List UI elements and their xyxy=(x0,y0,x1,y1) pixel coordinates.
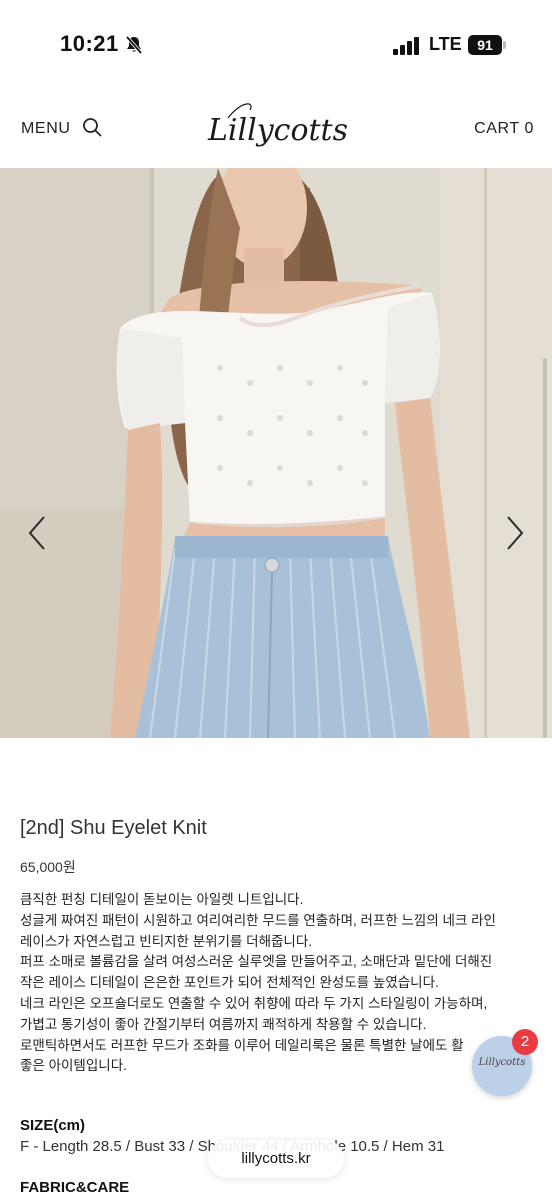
status-bar: 10:21 LTE 91 xyxy=(0,0,552,84)
menu-button[interactable]: MENU xyxy=(21,120,71,138)
page-scrollbar[interactable] xyxy=(543,358,547,738)
notification-badge: 2 xyxy=(512,1029,538,1055)
description-line: 로맨틱하면서도 러프한 무드가 조화를 이루어 데일리룩은 물론 특별한 날에도… xyxy=(20,1037,464,1053)
chevron-left-icon[interactable] xyxy=(24,513,54,553)
signal-icon xyxy=(393,37,419,55)
description-line: 성글게 짜여진 패턴이 시원하고 여리여리한 무드를 연출하며, 러프한 느낌의… xyxy=(20,912,496,928)
chat-logo: Lillycotts xyxy=(478,1057,526,1068)
description-line: 큼직한 펀칭 디테일이 돋보이는 아일렛 니트입니다. xyxy=(20,892,304,907)
description-line: 좋은 아이템입니다. xyxy=(20,1058,127,1074)
battery-tip xyxy=(503,41,506,49)
product-image-carousel[interactable] xyxy=(0,168,552,738)
bell-slash-icon xyxy=(125,35,143,55)
chevron-right-icon[interactable] xyxy=(500,513,530,553)
site-header: MENU Lillycotts CART 0 xyxy=(0,84,552,168)
site-logo[interactable]: Lillycotts xyxy=(200,96,355,158)
description-line: 가볍고 통기성이 좋아 간절기부터 여름까지 쾌적하게 착용할 수 있습니다. xyxy=(20,1016,427,1032)
product-title: [2nd] Shu Eyelet Knit xyxy=(20,817,207,839)
description-line: 퍼프 소매로 볼륨감을 살려 여성스러운 실루엣을 만들어주고, 소매단과 밑단… xyxy=(20,954,493,970)
size-heading: SIZE(cm) xyxy=(20,1117,86,1134)
product-photo xyxy=(0,168,552,738)
status-time: 10:21 xyxy=(60,31,119,56)
product-price: 65,000원 xyxy=(20,859,76,875)
description-line: 레이스가 자연스럽고 빈티지한 분위기를 더해줍니다. xyxy=(20,933,312,949)
product-description: 큼직한 펀칭 디테일이 돋보이는 아일렛 니트입니다. 성글게 짜여진 패턴이 … xyxy=(20,890,540,1077)
description-line: 네크 라인은 오프숄더로도 연출할 수 있어 취향에 따라 두 가지 스타일링이… xyxy=(20,995,488,1011)
search-icon[interactable] xyxy=(82,117,102,137)
battery-icon: 91 xyxy=(468,35,508,55)
network-type: LTE xyxy=(429,34,462,54)
fabric-care-heading[interactable]: FABRIC&CARE xyxy=(20,1179,129,1196)
logo-text: Lillycotts xyxy=(207,113,348,148)
description-line: 작은 레이스 디테일이 은은한 포인트가 되어 전체적인 완성도를 높였습니다. xyxy=(20,975,439,991)
cart-button[interactable]: CART 0 xyxy=(474,120,534,138)
battery-level: 91 xyxy=(468,35,502,55)
browser-url-bar[interactable]: lillycotts.kr xyxy=(208,1140,344,1178)
